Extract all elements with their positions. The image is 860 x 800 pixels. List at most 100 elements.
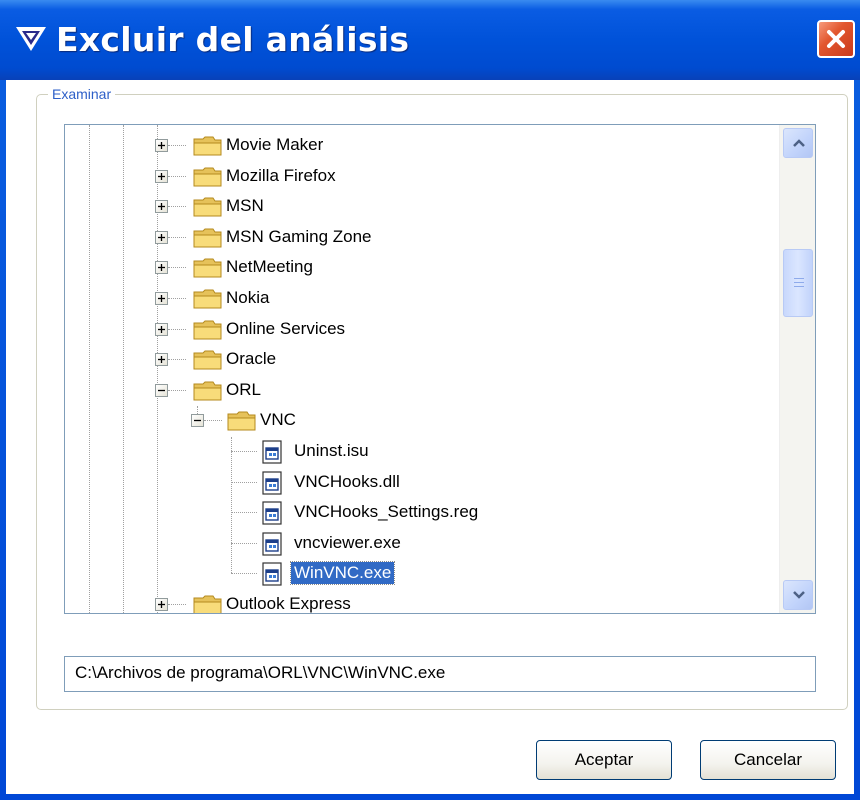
tree-connector (168, 328, 186, 330)
grip-line (794, 282, 804, 283)
tree-folder-node[interactable]: Mozilla Firefox (65, 162, 779, 192)
dialog-window: Excluir del análisis Examinar Movie Make… (0, 0, 860, 800)
tree-item-label: Uninst.isu (294, 441, 369, 460)
tree-folder-node[interactable]: MSN Gaming Zone (65, 223, 779, 253)
dialog-client-area: Examinar Movie Maker Mozilla Firefox MSN MS… (6, 80, 854, 794)
collapse-toggle[interactable] (155, 383, 168, 397)
plus-icon (158, 203, 165, 211)
expand-toggle[interactable] (155, 353, 168, 367)
tree-folder-node[interactable]: Oracle (65, 345, 779, 375)
folder-icon (193, 228, 222, 248)
file-icon (262, 440, 282, 464)
tree-connector (168, 267, 186, 269)
dialog-title: Excluir del análisis (56, 20, 410, 59)
grip-line (794, 286, 804, 287)
tree-folder-node[interactable]: Nokia (65, 284, 779, 314)
folder-icon (193, 136, 222, 156)
tree-item-label: Nokia (226, 288, 270, 307)
expand-toggle[interactable] (155, 139, 168, 152)
tree-connector (168, 145, 186, 146)
plus-icon (158, 356, 165, 364)
expand-toggle[interactable] (155, 200, 168, 214)
plus-icon (158, 601, 165, 608)
folder-icon (193, 381, 222, 401)
tree-folder-node[interactable]: VNC (65, 406, 779, 436)
collapse-toggle[interactable] (191, 414, 204, 428)
tree-connector (204, 420, 222, 422)
folder-icon (193, 320, 222, 340)
file-icon (262, 562, 282, 586)
folder-icon (193, 167, 222, 187)
tree-item-label: VNCHooks.dll (294, 471, 400, 491)
folder-tree[interactable]: Movie Maker Mozilla Firefox MSN MSN Gaming … (64, 124, 816, 614)
tree-item-label: Outlook Express (226, 594, 351, 613)
plus-icon (158, 325, 165, 333)
folder-icon (193, 350, 222, 370)
folder-icon (193, 197, 222, 217)
plus-icon (158, 264, 165, 272)
folder-icon (193, 289, 222, 309)
expand-toggle[interactable] (155, 598, 168, 611)
folder-tree-items: Movie Maker Mozilla Firefox MSN MSN Gaming … (65, 125, 779, 613)
tree-file-node[interactable]: Uninst.isu (65, 437, 779, 467)
tree-connector (168, 236, 186, 238)
scroll-down-button[interactable] (783, 580, 813, 610)
tree-item-label: MSN Gaming Zone (226, 226, 372, 246)
tree-folder-node[interactable]: NetMeeting (65, 253, 779, 283)
plus-icon (158, 142, 165, 149)
tree-item-label: MSN (226, 196, 264, 216)
expand-toggle[interactable] (155, 230, 168, 244)
file-icon (262, 501, 282, 525)
tree-file-node[interactable]: VNCHooks_Settings.reg (65, 498, 779, 528)
tree-item-label: VNC (260, 410, 296, 430)
tree-connector (168, 389, 186, 391)
expand-toggle[interactable] (155, 261, 168, 275)
tree-item-label: NetMeeting (226, 257, 313, 277)
minus-icon (158, 389, 165, 391)
tree-connector (231, 512, 257, 514)
tree-item-label: Mozilla Firefox (226, 165, 336, 185)
tree-connector (168, 175, 186, 177)
folder-icon (227, 411, 256, 431)
tree-vertical-scrollbar[interactable] (779, 125, 815, 613)
tree-connector (231, 542, 257, 544)
tree-item-label: ORL (226, 379, 261, 399)
tree-folder-node[interactable]: Movie Maker (65, 131, 779, 161)
plus-icon (158, 172, 165, 180)
cancel-button[interactable]: Cancelar (700, 740, 836, 780)
scroll-up-button[interactable] (783, 128, 813, 158)
chevron-down-icon (793, 591, 805, 599)
close-button[interactable] (817, 20, 855, 58)
tree-item-label: Oracle (226, 349, 277, 369)
tree-folder-node[interactable]: Outlook Express (65, 590, 779, 613)
file-icon (262, 532, 282, 556)
tree-item-label: VNCHooks_Settings.reg (294, 502, 479, 522)
close-icon (827, 30, 845, 48)
expand-toggle[interactable] (155, 292, 168, 305)
tree-file-node[interactable]: VNCHooks.dll (65, 468, 779, 498)
tree-connector (168, 604, 186, 605)
tree-folder-node[interactable]: Online Services (65, 315, 779, 345)
title-bar[interactable]: Excluir del análisis (0, 0, 860, 80)
tree-connector (168, 359, 186, 361)
path-field[interactable]: C:\Archivos de programa\ORL\VNC\WinVNC.e… (64, 656, 816, 692)
plus-icon (158, 295, 165, 302)
tree-connector (231, 573, 257, 575)
folder-icon (193, 258, 222, 278)
chevron-up-icon (793, 139, 805, 147)
accept-button[interactable]: Aceptar (536, 740, 672, 780)
tree-folder-node[interactable]: ORL (65, 376, 779, 406)
tree-connector (231, 481, 257, 483)
expand-toggle[interactable] (155, 322, 168, 336)
file-icon (262, 470, 282, 495)
plus-icon (158, 233, 165, 241)
tree-connector (231, 451, 257, 452)
tree-connector (168, 206, 186, 208)
tree-file-node[interactable]: vncviewer.exe (65, 529, 779, 559)
tree-item-label: Movie Maker (226, 135, 324, 154)
tree-folder-node[interactable]: MSN (65, 192, 779, 222)
scroll-thumb[interactable] (783, 249, 813, 317)
expand-toggle[interactable] (155, 169, 168, 183)
tree-item-label: Online Services (226, 318, 346, 338)
tree-file-node[interactable]: WinVNC.exe (65, 559, 779, 589)
